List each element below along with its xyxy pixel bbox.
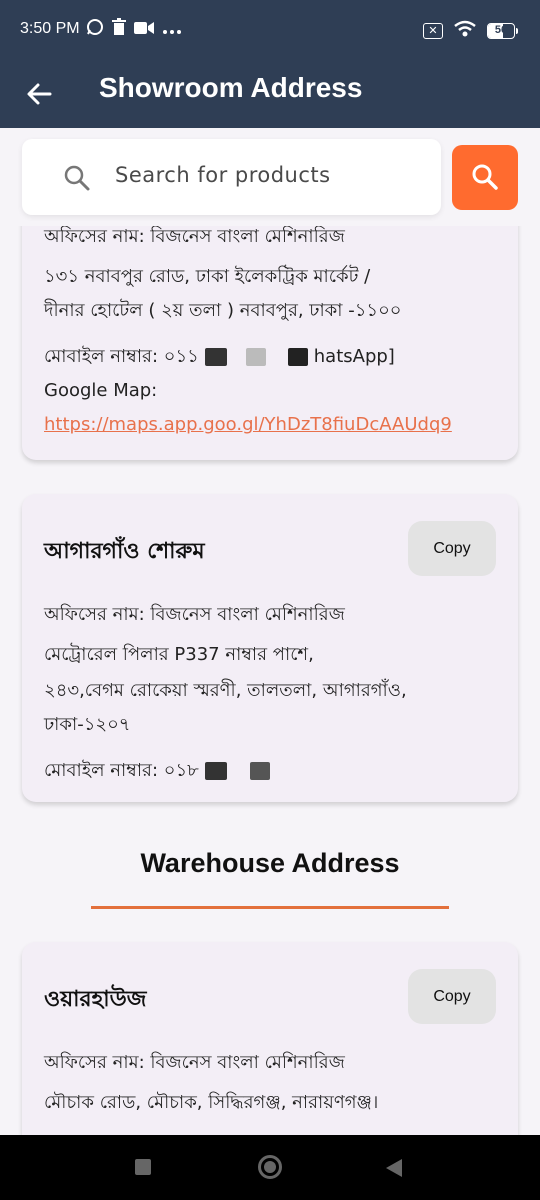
more-icon <box>162 20 182 40</box>
status-time: 3:50 PM <box>20 20 80 37</box>
redaction-block <box>204 348 227 366</box>
top-bar: 3:50 PM ✕ 56 Showroom Address <box>0 0 540 128</box>
battery-icon: 56 <box>487 23 518 39</box>
system-icons: ✕ 56 <box>423 20 518 42</box>
back-icon[interactable] <box>386 1159 402 1177</box>
address-line: মেট্রোরেল পিলার P337 নাম্বার পাশে, <box>44 644 314 665</box>
mobile-label: মোবাইল নাম্বার: <box>44 346 159 367</box>
mobile-visible: ০১১ <box>163 346 199 367</box>
redaction-block <box>250 762 271 780</box>
address-line: ২৪৩,বেগম রোকেয়া স্মরণী, তালতলা, আগারগাঁ… <box>44 680 407 701</box>
copy-button[interactable]: Copy <box>408 521 496 576</box>
search-bar[interactable]: Search for products <box>22 139 441 215</box>
office-name: অফিসের নাম: বিজনেস বাংলা মেশিনারিজ <box>44 226 345 247</box>
office-name: অফিসের নাম: বিজনেস বাংলা মেশিনারিজ <box>44 1052 345 1073</box>
warehouse-card: ওয়ারহাউজ Copy অফিসের নাম: বিজনেস বাংলা … <box>22 942 518 1135</box>
showroom-card-nawabpur: অফিসের নাম: বিজনেস বাংলা মেশিনারিজ ১৩১ ন… <box>22 226 518 460</box>
card-title: আগারগাঁও শোরুম <box>44 539 205 564</box>
map-label: Google Map: <box>44 380 158 401</box>
redaction-block <box>288 348 309 366</box>
video-icon <box>134 20 154 40</box>
search-icon <box>62 163 92 193</box>
app-bar: Showroom Address <box>0 62 540 128</box>
whatsapp-suffix: hatsApp] <box>313 346 395 367</box>
whatsapp-icon <box>86 18 104 41</box>
search-placeholder[interactable]: Search for products <box>115 163 331 187</box>
office-name: অফিসের নাম: বিজনেস বাংলা মেশিনারিজ <box>44 604 345 625</box>
search-button[interactable] <box>452 145 518 210</box>
search-icon <box>472 164 498 190</box>
notification-icons <box>86 18 182 41</box>
home-icon[interactable] <box>258 1155 282 1179</box>
wifi-icon <box>453 20 477 42</box>
address-list[interactable]: অফিসের নাম: বিজনেস বাংলা মেশিনারিজ ১৩১ ন… <box>0 226 540 1135</box>
arrow-left-icon[interactable] <box>20 74 60 114</box>
mobile-number: মোবাইল নাম্বার: ০১৮ <box>44 756 271 787</box>
card-title: ওয়ারহাউজ <box>44 987 147 1012</box>
showroom-card-agargaon: আগারগাঁও শোরুম Copy অফিসের নাম: বিজনেস ব… <box>22 494 518 802</box>
mobile-label: মোবাইল নাম্বার: <box>44 760 159 781</box>
mobile-visible: ০১৮ <box>163 760 199 781</box>
section-divider <box>91 906 449 909</box>
google-map-link[interactable]: https://maps.app.goo.gl/YhDzT8fiuDcAAUdq… <box>44 414 452 435</box>
page-title: Showroom Address <box>99 72 363 103</box>
redaction-block <box>204 762 227 780</box>
copy-button[interactable]: Copy <box>408 969 496 1024</box>
status-bar: 3:50 PM ✕ 56 <box>0 0 540 62</box>
system-nav-bar <box>0 1135 540 1200</box>
address-line: ঢাকা-১২০৭ <box>44 714 131 735</box>
address-line: দীনার হোটেল ( ২য় তলা ) নবাবপুর, ঢাকা -১… <box>44 300 402 321</box>
recent-apps-icon[interactable] <box>135 1159 151 1175</box>
trash-icon <box>112 18 126 41</box>
mobile-number: মোবাইল নাম্বার: ০১১ hatsApp] <box>44 342 395 373</box>
battery-percent: 56 <box>494 24 508 36</box>
redaction-block <box>246 348 267 366</box>
address-line: মৌচাক রোড, মৌচাক, সিদ্ধিরগঞ্জ, নারায়ণগঞ… <box>44 1092 379 1113</box>
warehouse-heading: Warehouse Address <box>140 848 400 878</box>
no-sim-icon: ✕ <box>423 23 443 39</box>
address-line: ১৩১ নবাবপুর রোড, ঢাকা ইলেকট্রিক মার্কেট … <box>44 266 371 287</box>
